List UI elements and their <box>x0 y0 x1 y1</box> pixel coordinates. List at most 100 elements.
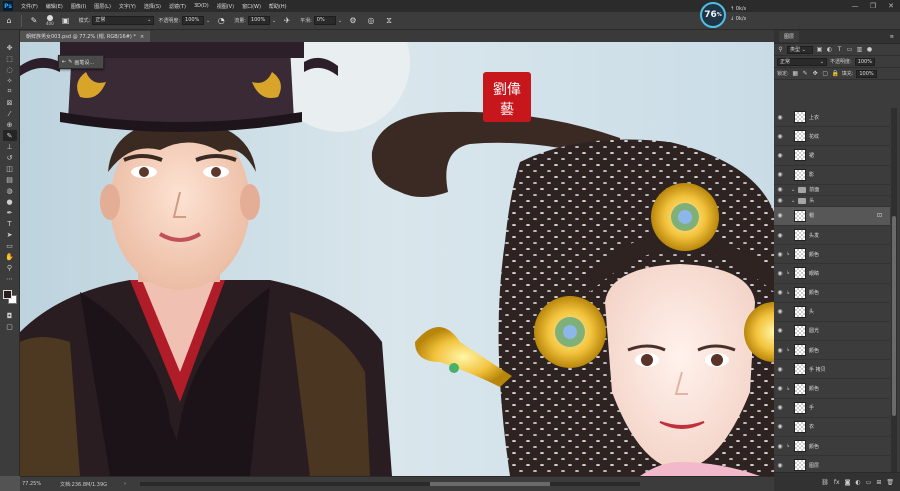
clone-stamp-tool-icon[interactable]: ⊥ <box>3 141 17 152</box>
scrollbar-thumb[interactable] <box>430 482 550 486</box>
close-popup-icon[interactable]: ⇤ <box>62 59 66 65</box>
healing-brush-tool-icon[interactable]: ⊕ <box>3 119 17 130</box>
delete-layer-icon[interactable]: 🗑 <box>886 479 894 486</box>
menu-view[interactable]: 视图(V) <box>213 3 238 10</box>
lock-artboard-icon[interactable]: ▢ <box>822 70 829 78</box>
crop-tool-icon[interactable]: ⌗ <box>3 86 17 97</box>
menu-file[interactable]: 文件(F) <box>17 3 42 10</box>
layer-row[interactable]: ◉ 头发 <box>774 226 890 246</box>
layer-row[interactable]: ◉ ↳ 颜色 <box>774 284 890 303</box>
horizontal-scrollbar[interactable] <box>140 482 640 486</box>
zoom-tool-icon[interactable]: ⚲ <box>3 262 17 273</box>
layer-row[interactable]: ◉ ↳ 颜色 <box>774 379 890 399</box>
menu-filter[interactable]: 滤镜(T) <box>165 3 190 10</box>
scrollbar-thumb[interactable] <box>892 216 896 416</box>
adjustment-layer-icon[interactable]: ◐ <box>855 479 860 486</box>
lock-position-icon[interactable]: ✥ <box>812 70 819 78</box>
status-menu-arrow[interactable]: › <box>124 481 126 487</box>
layer-row[interactable]: ◉ 圆光 <box>774 322 890 342</box>
tab-layers[interactable]: 图层 <box>779 31 800 42</box>
smoothing-field[interactable]: 0% <box>313 16 336 25</box>
menu-type[interactable]: 文字(Y) <box>115 3 140 10</box>
marquee-tool-icon[interactable]: ⬚ <box>3 53 17 64</box>
filter-type-icon[interactable]: T <box>836 46 843 54</box>
color-swatches[interactable] <box>2 290 17 304</box>
visibility-eye-icon[interactable]: ◉ <box>774 366 786 373</box>
menu-help[interactable]: 帮助(H) <box>265 3 291 10</box>
layer-row[interactable]: ◉ ↳ 颜色 <box>774 437 890 457</box>
mode-select[interactable]: 正常 ⌄ <box>92 16 155 25</box>
new-group-icon[interactable]: ▭ <box>866 479 872 486</box>
blend-mode-select[interactable]: 正常 ⌄ <box>777 57 827 66</box>
menu-edit[interactable]: 编辑(E) <box>42 3 67 10</box>
airbrush-icon[interactable]: ✈ <box>281 15 293 27</box>
visibility-eye-icon[interactable]: ◉ <box>774 443 786 450</box>
canvas[interactable]: 劉偉 藝 <box>20 42 774 476</box>
add-mask-icon[interactable]: ◙ <box>845 479 851 486</box>
menu-select[interactable]: 选择(S) <box>140 3 165 10</box>
layer-style-icon[interactable]: fx <box>834 479 840 486</box>
chevron-down-icon[interactable]: ⌄ <box>338 18 342 24</box>
close-tab-icon[interactable]: × <box>140 34 144 40</box>
frame-tool-icon[interactable]: ⊠ <box>3 97 17 108</box>
document-tab[interactable]: 朝鲜族男女003.psd @ 77.2% (帽, RGB/16#) * × <box>20 31 151 42</box>
move-tool-icon[interactable]: ✥ <box>3 42 17 53</box>
quick-select-tool-icon[interactable]: ✧ <box>3 75 17 86</box>
layer-name[interactable]: 影 <box>809 171 814 178</box>
layer-name[interactable]: 颜色 <box>809 443 819 450</box>
pressure-opacity-icon[interactable]: ◔ <box>215 15 227 27</box>
screen-mode-icon[interactable]: ▢ <box>3 321 17 332</box>
layer-row[interactable]: ◉ 帽 ⊡ <box>774 206 890 226</box>
visibility-eye-icon[interactable]: ◉ <box>774 251 786 258</box>
new-layer-icon[interactable]: ⊞ <box>876 479 881 486</box>
visibility-eye-icon[interactable]: ◉ <box>774 133 786 140</box>
document-info[interactable]: 文档:236.8M/1.39G <box>60 481 124 488</box>
opacity-field[interactable]: 100% <box>182 16 205 25</box>
visibility-eye-icon[interactable]: ◉ <box>774 197 786 204</box>
menu-window[interactable]: 窗口(W) <box>238 3 265 10</box>
layer-filter-select[interactable]: 类型 ⌄ <box>787 45 813 54</box>
minimize-button[interactable]: — <box>846 0 864 12</box>
symmetry-icon[interactable]: ⧖ <box>383 15 395 27</box>
quick-mask-icon[interactable]: ◘ <box>3 310 17 321</box>
layer-row[interactable]: ◉ 头 <box>774 303 890 322</box>
visibility-eye-icon[interactable]: ◉ <box>774 232 786 239</box>
layer-name[interactable]: 衣 <box>809 423 814 430</box>
layer-row[interactable]: ◉ 裙 <box>774 146 890 166</box>
path-select-tool-icon[interactable]: ➤ <box>3 229 17 240</box>
layer-name[interactable]: 头 <box>809 308 814 315</box>
gear-icon[interactable]: ⚙ <box>347 15 359 27</box>
eyedropper-tool-icon[interactable]: ⁄ <box>3 108 17 119</box>
visibility-eye-icon[interactable]: ◉ <box>774 385 786 392</box>
layer-name[interactable]: 颜色 <box>809 385 819 392</box>
filter-shape-icon[interactable]: ▭ <box>846 46 853 54</box>
layer-group-row[interactable]: ◉ ⌄ 头 <box>774 196 890 207</box>
pen-tool-icon[interactable]: ✒ <box>3 207 17 218</box>
blur-tool-icon[interactable]: ◍ <box>3 185 17 196</box>
layer-name[interactable]: 上衣 <box>809 114 819 121</box>
filter-adjust-icon[interactable]: ◐ <box>826 46 833 54</box>
visibility-eye-icon[interactable]: ◉ <box>774 423 786 430</box>
layer-name[interactable]: 颜色 <box>809 251 819 258</box>
menu-3d[interactable]: 3D(D) <box>190 3 213 9</box>
layer-name[interactable]: 花纹 <box>809 133 819 140</box>
layer-row[interactable]: ◉ ↳ 颜色 <box>774 341 890 361</box>
pressure-size-icon[interactable]: ◎ <box>365 15 377 27</box>
filter-toggle-icon[interactable]: ● <box>866 46 873 54</box>
visibility-eye-icon[interactable]: ◉ <box>774 212 786 219</box>
zoom-level[interactable]: 77.25% <box>22 481 60 487</box>
layer-name[interactable]: 头发 <box>809 232 819 239</box>
lock-pixels-icon[interactable]: ✎ <box>802 70 809 78</box>
chevron-down-icon[interactable]: ⌄ <box>272 18 276 24</box>
layer-name[interactable]: 颜色 <box>809 347 819 354</box>
lock-all-icon[interactable]: 🔒 <box>831 70 838 78</box>
layer-row[interactable]: ◉ ↳ 眼睛 <box>774 264 890 284</box>
layers-scrollbar[interactable] <box>891 108 897 472</box>
foreground-color-swatch[interactable] <box>2 290 12 299</box>
menu-layer[interactable]: 图层(L) <box>90 3 115 10</box>
dodge-tool-icon[interactable]: ● <box>3 196 17 207</box>
menu-image[interactable]: 图像(I) <box>67 3 90 10</box>
type-tool-icon[interactable]: T <box>3 218 17 229</box>
visibility-eye-icon[interactable]: ◉ <box>774 114 786 121</box>
flow-field[interactable]: 100% <box>247 16 270 25</box>
